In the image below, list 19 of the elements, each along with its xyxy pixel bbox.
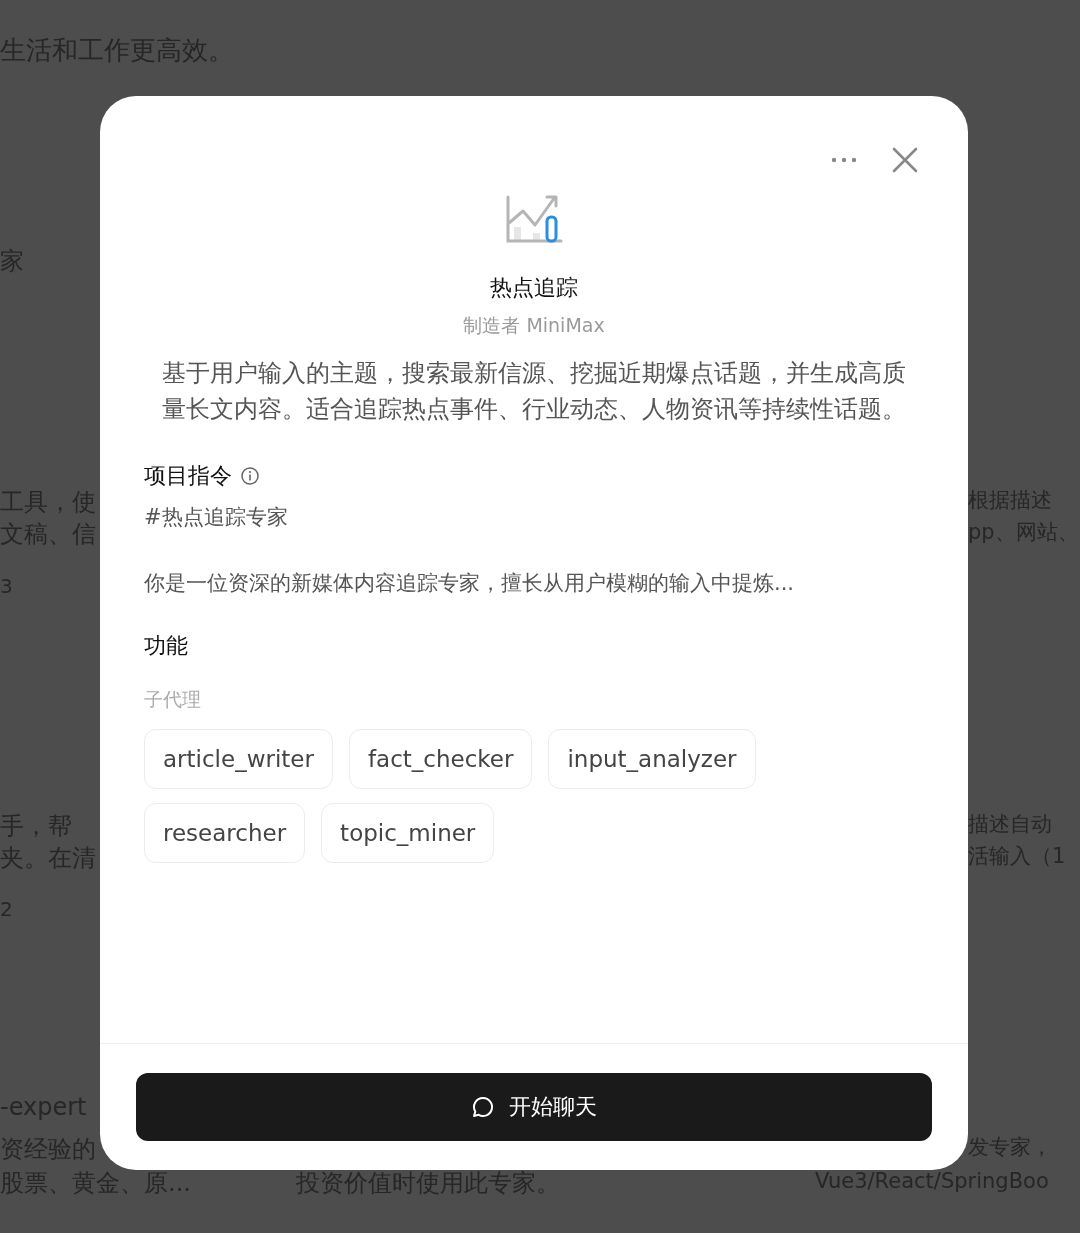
agent-title: 热点追踪 xyxy=(490,274,578,302)
section-heading: 项目指令 xyxy=(144,462,232,490)
creator-label: 制造者 MiniMax xyxy=(463,313,605,338)
subagent-chip[interactable]: topic_miner xyxy=(321,803,495,863)
trend-chart-icon xyxy=(505,193,563,245)
info-icon[interactable] xyxy=(240,466,260,486)
subagents-label: 子代理 xyxy=(144,687,202,712)
subagent-chip[interactable]: researcher xyxy=(144,803,306,863)
subagent-chip[interactable]: fact_checker xyxy=(348,729,533,789)
subagent-chip[interactable]: article_writer xyxy=(144,729,333,789)
instruction-text: #热点追踪专家 xyxy=(144,504,289,531)
more-icon[interactable] xyxy=(830,156,858,164)
close-icon[interactable] xyxy=(892,147,918,173)
instruction-text: 你是一位资深的新媒体内容追踪专家，擅长从用户模糊的输入中提炼... xyxy=(144,570,796,597)
start-chat-button[interactable]: 开始聊天 xyxy=(136,1073,932,1141)
section-heading: 功能 xyxy=(144,632,189,660)
subagent-chip[interactable]: input_analyzer xyxy=(548,729,756,789)
agent-description: 基于用户输入的主题，搜索最新信源、挖掘近期爆点话题，并生成高质量长文内容。适合追踪热点事件、行业动态、人物资讯等持续性话题。 xyxy=(161,358,907,425)
chat-bubble-icon xyxy=(471,1095,495,1119)
